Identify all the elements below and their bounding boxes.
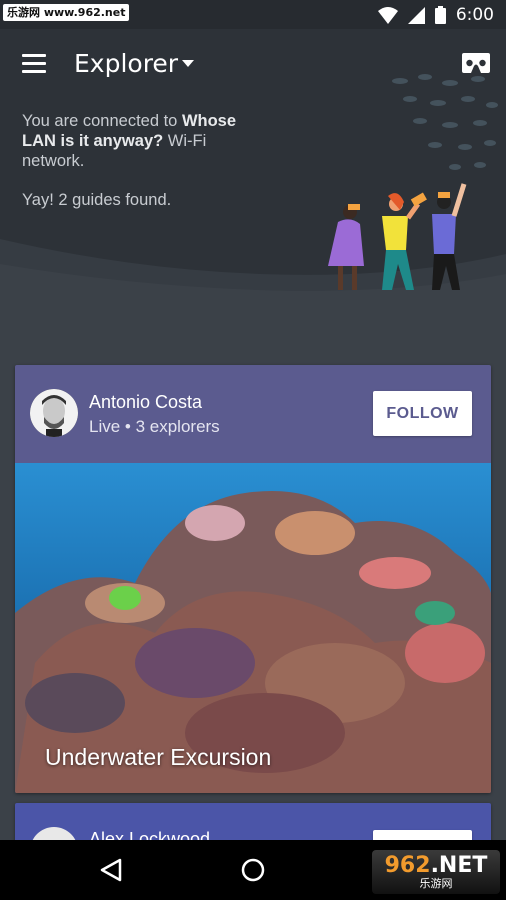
hero-header: Explorer You are connected to Whose LAN … (0, 29, 506, 359)
watermark-subtitle: 乐游网 (419, 876, 453, 890)
avatar (30, 389, 78, 437)
watermark-bottom-right: 962.NET 乐游网 (372, 850, 500, 894)
wifi-icon (377, 6, 398, 24)
status-icons: 6:00 (377, 5, 494, 25)
guide-name: Antonio Costa (89, 392, 203, 412)
watermark-number: 962.NET (384, 852, 488, 878)
connection-prefix: You are connected to (22, 112, 182, 130)
app-bar: Explorer (0, 29, 506, 101)
clock: 6:00 (455, 5, 494, 25)
back-icon[interactable] (100, 858, 122, 882)
guide-status: Live • 3 explorers (89, 417, 220, 436)
menu-icon[interactable] (22, 54, 46, 74)
card-header: Antonio Costa Live • 3 explorers FOLLOW (15, 365, 491, 463)
arrow-drop-down-icon[interactable] (182, 60, 194, 67)
status-bar: 乐游网 www.962.net 6:00 (0, 0, 506, 29)
system-nav-bar: 962.NET 乐游网 (0, 840, 506, 900)
battery-icon (434, 6, 446, 24)
home-icon[interactable] (241, 858, 265, 882)
signal-icon (407, 6, 425, 24)
app-title[interactable]: Explorer (74, 49, 178, 78)
trip-title: Underwater Excursion (45, 744, 272, 770)
connection-message: You are connected to Whose LAN is it any… (22, 111, 262, 171)
cardboard-vr-icon[interactable] (462, 53, 490, 73)
watermark-top-left: 乐游网 www.962.net (3, 4, 130, 21)
guide-card[interactable]: Antonio Costa Live • 3 explorers FOLLOW … (15, 365, 491, 793)
guides-found-message: Yay! 2 guides found. (22, 191, 172, 209)
explorers-illustration (328, 183, 467, 290)
follow-button[interactable]: FOLLOW (373, 391, 472, 436)
